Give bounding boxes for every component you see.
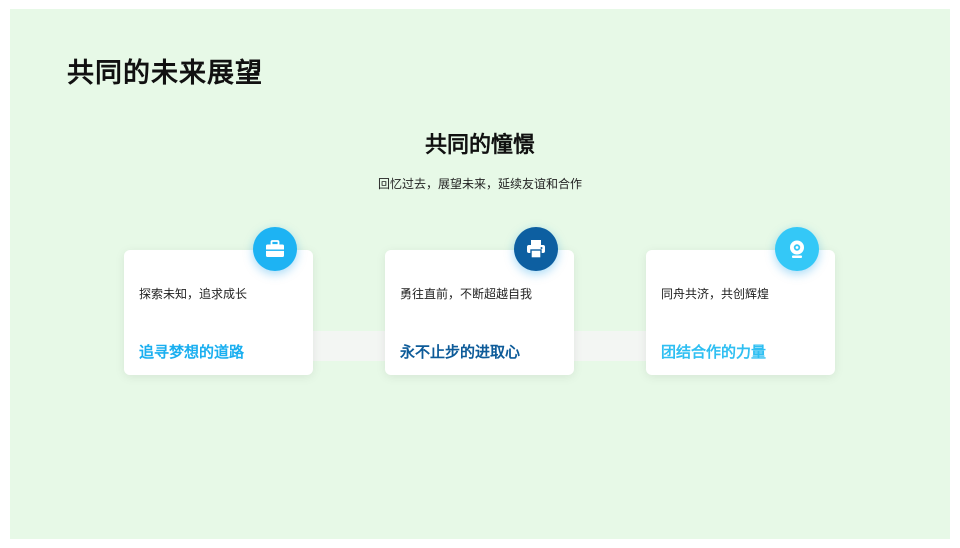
card-teamwork-power: 同舟共济，共创辉煌 团结合作的力量 xyxy=(646,227,835,375)
card-title: 追寻梦想的道路 xyxy=(139,343,245,361)
webcam-icon xyxy=(775,227,819,271)
card-title: 团结合作的力量 xyxy=(661,343,767,361)
briefcase-icon xyxy=(253,227,297,271)
section-title: 共同的憧憬 xyxy=(424,133,535,158)
section-subtitle: 回忆过去，展望未来，延续友谊和合作 xyxy=(377,177,582,191)
card-description: 勇往直前，不断超越自我 xyxy=(400,287,533,301)
card-title: 永不止步的进取心 xyxy=(400,343,521,361)
card-dream-path: 探索未知，追求成长 追寻梦想的道路 xyxy=(124,227,313,375)
card-description: 探索未知，追求成长 xyxy=(139,287,248,301)
slide-background: 共同的未来展望 共同的憧憬 回忆过去，展望未来，延续友谊和合作 探索未知，追求成… xyxy=(10,9,950,539)
page-title: 共同的未来展望 xyxy=(67,58,263,89)
printer-icon xyxy=(514,227,558,271)
card-description: 同舟共济，共创辉煌 xyxy=(661,287,770,301)
card-progress-spirit: 勇往直前，不断超越自我 永不止步的进取心 xyxy=(385,227,574,375)
